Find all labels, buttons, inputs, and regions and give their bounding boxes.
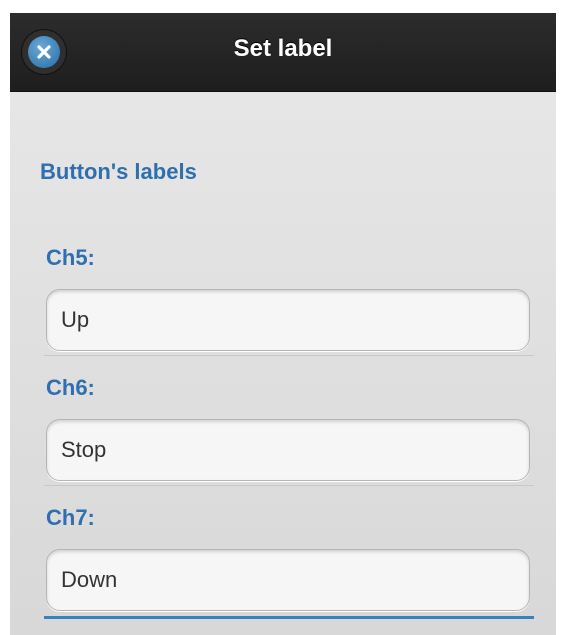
field-separator xyxy=(44,355,534,356)
ch7-input[interactable] xyxy=(46,549,530,611)
form-area: Button's labels Ch5: Ch6: Ch7: xyxy=(10,13,556,635)
ch6-input[interactable] xyxy=(46,419,530,481)
field-separator xyxy=(44,485,534,486)
bottom-divider xyxy=(44,616,534,619)
ch5-input[interactable] xyxy=(46,289,530,351)
ch5-label: Ch5: xyxy=(46,245,95,270)
ch7-label: Ch7: xyxy=(46,505,95,530)
section-heading: Button's labels xyxy=(40,159,197,184)
ch6-label: Ch6: xyxy=(46,375,95,400)
